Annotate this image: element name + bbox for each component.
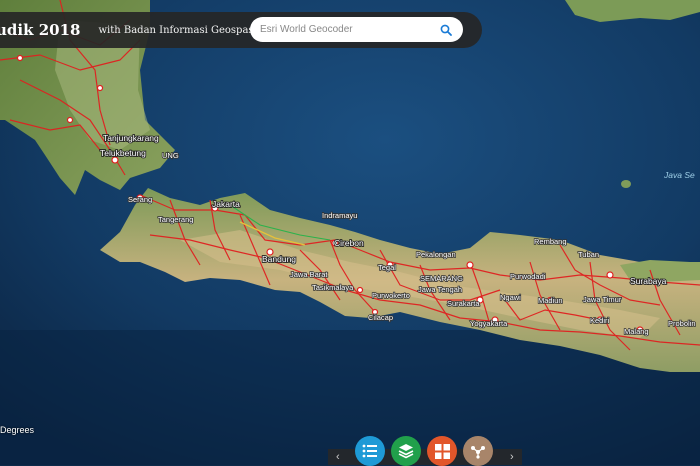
place-label: Bandung [262,254,296,264]
place-label: Yogyakarta [470,319,508,328]
place-label: Tuban [578,250,599,259]
small-island [621,180,631,188]
search-input[interactable] [260,24,430,35]
place-label: Kediri [590,316,610,325]
search-box [250,17,463,42]
legend-button[interactable] [355,436,385,466]
place-label: Rembang [534,237,567,246]
place-label: SEMARANG [420,274,463,283]
list-icon [362,444,377,458]
scale-label: Degrees [0,425,35,435]
sea-label: Java Se [663,170,695,180]
place-label: Purwokerto [372,291,410,300]
app-subtitle: with Badan Informasi Geospasial [98,24,266,36]
map-canvas[interactable]: Tanjungkarang Telukbetung UNG Serang Tan… [0,0,700,465]
basemap-button[interactable] [427,436,457,466]
search-icon [440,24,452,36]
app-header: udik 2018 with Badan Informasi Geospasia… [0,12,482,48]
search-button[interactable] [437,21,455,39]
grid-icon [434,443,450,459]
place-label: Tanjungkarang [103,133,159,143]
place-label: Ngawi [500,293,521,302]
place-label: Jakarta [212,199,240,209]
place-label: Telukbetung [100,148,146,158]
place-label: Jawa Barat [290,270,328,279]
place-label: Tegal [378,263,396,272]
place-label: Pekalongan [416,250,456,259]
place-label: Tangerang [158,215,193,224]
layers-button[interactable] [391,436,421,466]
place-label: Serang [128,195,152,204]
app-title: udik 2018 [0,21,81,39]
place-label: Jawa Timur [583,295,622,304]
toolbar-next-arrow[interactable]: › [510,451,514,463]
place-label: Madiun [538,296,563,305]
place-label: Surakarta [447,299,480,308]
place-label: Surabaya [630,276,667,286]
place-label: Purwodadi [510,272,546,281]
place-label: Tasikmalaya [312,283,354,292]
place-label: Cilacap [368,313,393,322]
share-icon [471,446,485,459]
place-label: Probolin [668,319,696,328]
place-label: Cirebon [334,238,364,248]
place-label: UNG [162,151,179,160]
share-button[interactable] [463,436,493,466]
place-label: Indramayu [322,211,357,220]
place-label: Malang [624,327,649,336]
toolbar-prev-arrow[interactable]: ‹ [336,451,340,463]
place-label: Jawa Tengah [418,285,462,294]
layers-icon [398,444,414,459]
